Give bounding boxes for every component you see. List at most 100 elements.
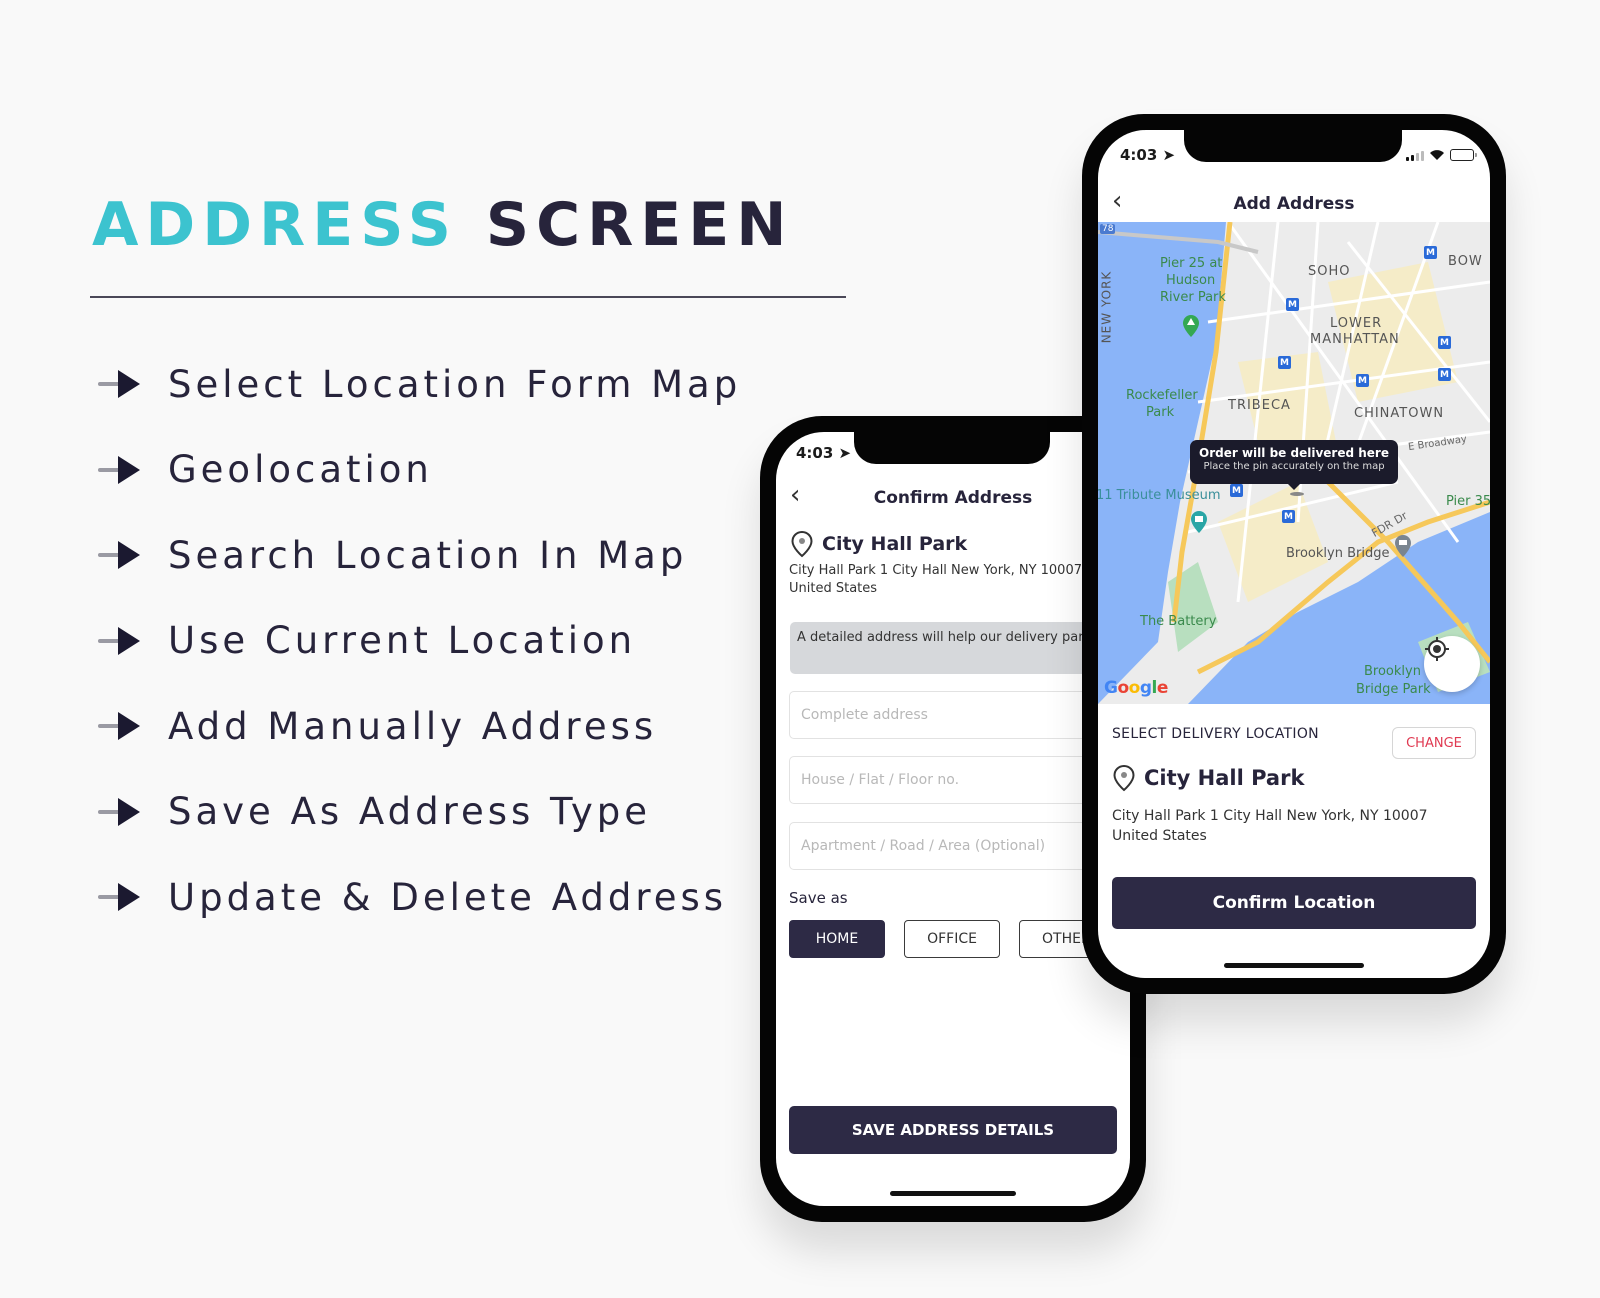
address-line-1: City Hall Park 1 City Hall New York, NY … bbox=[1112, 808, 1428, 824]
tooltip-title: Order will be delivered here bbox=[1199, 446, 1389, 460]
feature-item: Add Manually Address bbox=[96, 698, 741, 754]
location-arrow-icon: ➤ bbox=[1162, 146, 1176, 164]
location-arrow-icon: ➤ bbox=[838, 444, 852, 462]
address-line-2: United States bbox=[789, 581, 878, 596]
battery-icon bbox=[1450, 149, 1477, 161]
arrow-right-icon bbox=[96, 797, 144, 826]
status-icons bbox=[1406, 149, 1477, 161]
page-headline: ADDRESS SCREEN bbox=[92, 190, 794, 260]
change-location-button[interactable]: CHANGE bbox=[1392, 727, 1476, 759]
metro-icon: M bbox=[1230, 484, 1243, 497]
map-label-rockefeller: Park bbox=[1146, 405, 1175, 420]
place-address: City Hall Park 1 City Hall New York, NY … bbox=[1112, 806, 1428, 846]
feature-label: Use Current Location bbox=[168, 619, 637, 662]
address-hint: A detailed address will help our deliver… bbox=[790, 622, 1130, 674]
delivery-pin-marker[interactable] bbox=[1290, 492, 1304, 496]
arrow-right-icon bbox=[96, 712, 144, 740]
home-indicator bbox=[890, 1191, 1016, 1196]
museum-marker-icon bbox=[1191, 511, 1207, 533]
map-label-pier25: River Park bbox=[1160, 290, 1226, 305]
phone-notch bbox=[854, 432, 1050, 464]
place-name: City Hall Park bbox=[1144, 766, 1305, 790]
location-pin-icon bbox=[791, 530, 813, 558]
metro-icon: M bbox=[1286, 298, 1299, 311]
map-label-new-york: NEW YORK bbox=[1099, 270, 1114, 344]
confirm-address-screen: 4:03 ➤ ‹ Confirm Address City Hall Park … bbox=[776, 432, 1130, 1206]
map-label-tribute-museum: 11 Tribute Museum bbox=[1098, 488, 1221, 503]
metro-icon: M bbox=[1278, 356, 1291, 369]
feature-item: Update & Delete Address bbox=[96, 869, 741, 925]
metro-icon: M bbox=[1282, 510, 1295, 523]
map-zone bbox=[1218, 482, 1328, 602]
map-label-chinatown: CHINATOWN bbox=[1354, 406, 1445, 421]
place-name: City Hall Park bbox=[822, 533, 968, 555]
save-address-details-button[interactable]: SAVE ADDRESS DETAILS bbox=[789, 1106, 1117, 1154]
screen-title: Confirm Address bbox=[873, 488, 1033, 508]
map-label-bowery: BOW bbox=[1448, 254, 1483, 269]
metro-icon: M bbox=[1438, 336, 1451, 349]
wifi-icon bbox=[1430, 150, 1444, 160]
crosshair-icon bbox=[1425, 637, 1449, 661]
place-header: City Hall Park bbox=[790, 530, 967, 558]
house-flat-floor-input[interactable] bbox=[789, 756, 1129, 804]
place-header: City Hall Park bbox=[1112, 764, 1304, 792]
metro-icon: M bbox=[1356, 374, 1369, 387]
feature-label: Add Manually Address bbox=[168, 704, 658, 748]
park-marker-icon bbox=[1183, 315, 1199, 337]
map-label-brooklyn-bridge: Brooklyn Bridge bbox=[1286, 546, 1390, 561]
map-label-pier25: Hudson bbox=[1166, 273, 1216, 288]
feature-item: Use Current Location bbox=[96, 613, 741, 669]
google-attribution: Google bbox=[1104, 678, 1168, 698]
tooltip-subtitle: Place the pin accurately on the map bbox=[1203, 461, 1385, 472]
address-type-office[interactable]: OFFICE bbox=[904, 920, 1000, 958]
route-shield: 78 bbox=[1100, 224, 1116, 234]
save-as-label: Save as bbox=[789, 889, 848, 907]
map-label-pier25: Pier 25 at bbox=[1160, 256, 1223, 271]
feature-item: Select Location Form Map bbox=[96, 356, 741, 412]
home-indicator bbox=[1224, 963, 1364, 968]
status-time: 4:03 ➤ bbox=[1120, 146, 1176, 164]
address-type-home[interactable]: HOME bbox=[789, 920, 885, 958]
phone-add-address: 4:03 ➤ ‹ Add Address SOHO BOW LOWER MANH… bbox=[1082, 114, 1506, 994]
map-label-lower: LOWER bbox=[1330, 316, 1383, 331]
feature-item: Save As Address Type bbox=[96, 784, 741, 840]
delivery-pin-tooltip: Order will be delivered here Place the p… bbox=[1190, 440, 1398, 490]
metro-icon: M bbox=[1438, 368, 1451, 381]
map-label-the-battery: The Battery bbox=[1140, 614, 1217, 629]
confirm-location-button[interactable]: Confirm Location bbox=[1112, 877, 1476, 929]
arrow-right-icon bbox=[96, 541, 144, 569]
arrow-right-icon bbox=[96, 883, 144, 911]
feature-label: Search Location In Map bbox=[168, 533, 688, 577]
feature-label: Update & Delete Address bbox=[168, 875, 728, 919]
complete-address-input[interactable] bbox=[789, 691, 1129, 739]
signal-icon bbox=[1406, 150, 1424, 161]
metro-icon: M bbox=[1424, 246, 1437, 259]
current-location-button[interactable] bbox=[1424, 636, 1480, 692]
apartment-road-area-input[interactable] bbox=[789, 822, 1129, 870]
address-line-1: City Hall Park 1 City Hall New York, NY … bbox=[789, 563, 1082, 578]
feature-label: Geolocation bbox=[168, 448, 433, 491]
select-delivery-location-label: SELECT DELIVERY LOCATION bbox=[1112, 726, 1319, 742]
phone-notch bbox=[1184, 130, 1402, 162]
feature-list: Select Location Form Map Geolocation Sea… bbox=[96, 356, 741, 955]
add-address-screen: 4:03 ➤ ‹ Add Address SOHO BOW LOWER MANH… bbox=[1098, 130, 1490, 978]
address-line-2: United States bbox=[1112, 828, 1207, 844]
map-label-rockefeller: Rockefeller bbox=[1126, 388, 1198, 403]
map-label-brooklyn-bridge-park: Brooklyn bbox=[1364, 664, 1421, 679]
map-view[interactable]: SOHO BOW LOWER MANHATTAN TRIBECA CHINATO… bbox=[1098, 222, 1490, 704]
feature-item: Search Location In Map bbox=[96, 527, 741, 583]
arrow-right-icon bbox=[96, 455, 144, 484]
place-address: City Hall Park 1 City Hall New York, NY … bbox=[789, 562, 1082, 598]
screen-title: Add Address bbox=[1233, 194, 1355, 214]
headline-accent: ADDRESS bbox=[92, 190, 458, 260]
feature-label: Save As Address Type bbox=[168, 790, 652, 833]
map-label-manhattan: MANHATTAN bbox=[1310, 332, 1400, 347]
bridge-marker-icon bbox=[1395, 535, 1411, 557]
map-label-tribeca: TRIBECA bbox=[1228, 398, 1291, 413]
map-label-soho: SOHO bbox=[1308, 264, 1351, 279]
arrow-right-icon bbox=[96, 370, 144, 398]
location-pin-icon bbox=[1113, 764, 1135, 792]
map-label-brooklyn-bridge-park: Bridge Park bbox=[1356, 682, 1431, 697]
arrow-right-icon bbox=[96, 626, 144, 655]
feature-label: Select Location Form Map bbox=[168, 362, 742, 406]
